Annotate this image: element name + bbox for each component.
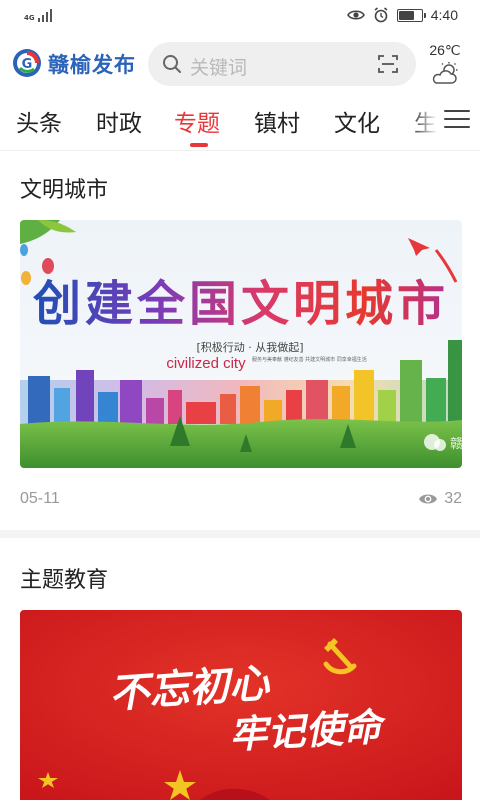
banner-headline: 创建全国文明城市 (33, 276, 449, 332)
battery-icon (396, 8, 426, 22)
banner-headline-line2: 牢记使命 (228, 704, 388, 757)
eye-icon (419, 494, 438, 504)
network-type: 4G (24, 14, 35, 22)
tab-politics[interactable]: 时政 (96, 104, 142, 138)
tab-headlines[interactable]: 头条 (16, 104, 62, 138)
view-count: 32 (418, 490, 462, 508)
weather-widget[interactable]: 26℃ (422, 42, 468, 87)
scan-qr-icon[interactable] (378, 54, 398, 74)
status-bar: 4G 4:40 (0, 0, 480, 34)
section-separator (0, 530, 480, 538)
temperature: 26℃ (429, 42, 461, 58)
banner-slogan: [积极行动 · 从我做起] (196, 340, 303, 354)
app-brand-name: 赣榆发布 (48, 53, 136, 77)
article-banner-image[interactable]: 创建全国文明城市 [积极行动 · 从我做起] civilized city 服务… (20, 220, 462, 468)
app-header: G 赣榆发布 关键词 26℃ (0, 34, 480, 96)
banner-small-text: 服务与美奉献 遵纪友善 共建文明城市 同享幸福生活 (252, 356, 367, 363)
article-date: 05-11 (20, 490, 60, 507)
partly-cloudy-icon (432, 62, 458, 84)
search-placeholder: 关键词 (190, 57, 248, 79)
view-count-value: 32 (444, 490, 462, 507)
app-logo-icon: G (13, 49, 41, 77)
divider (0, 150, 480, 151)
signal-bars-icon (37, 8, 52, 22)
search-bar[interactable]: 关键词 (148, 42, 416, 86)
article-title[interactable]: 文明城市 (20, 172, 108, 204)
search-icon (163, 55, 181, 73)
alarm-icon (374, 7, 388, 23)
channel-menu-button[interactable] (444, 110, 470, 132)
banner-english: civilized city (166, 355, 246, 372)
tab-topics[interactable]: 专题 (174, 104, 220, 138)
article-banner-image[interactable]: 不忘初心 牢记使命 (20, 610, 462, 800)
signal-indicator: 4G (24, 8, 52, 22)
tab-towns[interactable]: 镇村 (254, 104, 300, 138)
svg-text:G: G (22, 57, 33, 72)
active-tab-indicator (190, 143, 208, 147)
article-title[interactable]: 主题教育 (20, 562, 108, 594)
tab-culture[interactable]: 文化 (334, 104, 380, 138)
banner-watermark: 赣 (450, 437, 462, 452)
clock: 4:40 (430, 7, 458, 23)
eye-comfort-icon (346, 10, 365, 20)
category-tabs: 头条 时政 专题 镇村 文化 生 (0, 96, 480, 148)
